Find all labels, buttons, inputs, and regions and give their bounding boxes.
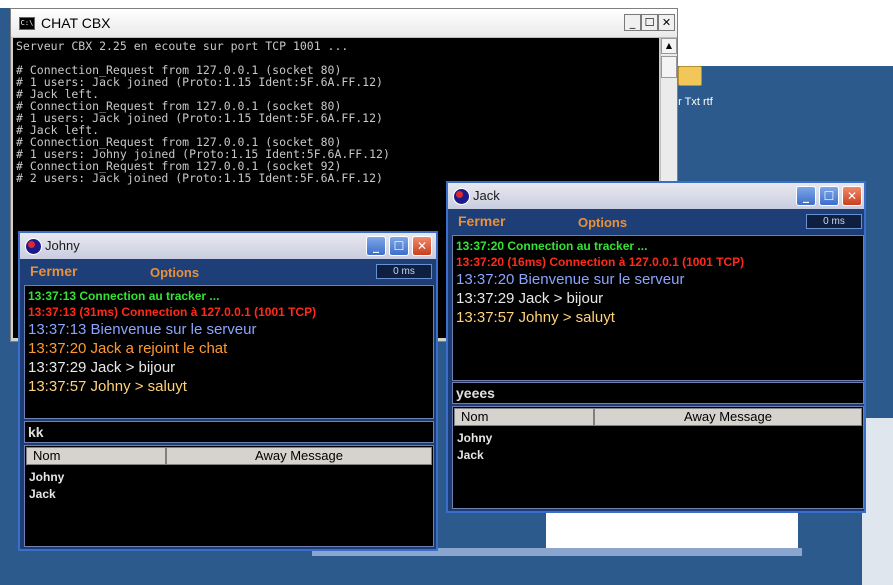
minimize-button[interactable]: _ <box>796 186 816 206</box>
log-message: 13:37:29 Jack > bijour <box>28 359 176 376</box>
johny-chat-window[interactable]: Johny _ ☐ ✕ Fermer Options 0 ms 13:37:13… <box>18 231 438 551</box>
console-line: # 2 users: Jack joined (Proto:1.15 Ident… <box>16 171 383 185</box>
menu-options[interactable]: Options <box>150 265 199 280</box>
jack-menu-bar: Fermer Options 0 ms <box>448 209 864 233</box>
desktop-icon-label: ur Txt rtf <box>672 96 713 108</box>
log-message: 13:37:29 Jack > bijour <box>456 290 604 307</box>
column-header-nom[interactable]: Nom <box>454 408 594 426</box>
johny-message-log[interactable]: 13:37:13 Connection au tracker ... 13:37… <box>24 285 434 419</box>
cmd-icon: C:\ <box>19 17 35 30</box>
jack-title: Jack <box>473 188 500 203</box>
folder-icon[interactable] <box>678 66 702 86</box>
jack-user-list[interactable]: Nom Away Message Johny Jack <box>452 406 864 509</box>
menu-fermer[interactable]: Fermer <box>458 213 505 229</box>
console-line: Serveur CBX 2.25 en ecoute sur port TCP … <box>16 39 349 53</box>
user-list-item[interactable]: Jack <box>29 487 56 501</box>
close-button[interactable]: ✕ <box>658 14 675 31</box>
console-title: CHAT CBX <box>41 15 111 31</box>
ping-display: 0 ms <box>806 214 862 229</box>
log-message: 13:37:20 (16ms) Connection à 127.0.0.1 (… <box>456 255 745 269</box>
jack-chat-window[interactable]: Jack _ ☐ ✕ Fermer Options 0 ms 13:37:20 … <box>446 181 866 513</box>
minimize-button[interactable]: _ <box>366 236 386 256</box>
app-logo-icon <box>25 238 42 255</box>
jack-message-log[interactable]: 13:37:20 Connection au tracker ... 13:37… <box>452 235 864 381</box>
scroll-thumb[interactable] <box>661 56 677 78</box>
user-list-item[interactable]: Johny <box>29 470 64 484</box>
log-message: 13:37:57 Johny > saluyt <box>28 378 187 395</box>
app-logo-icon <box>453 188 470 205</box>
user-list-item[interactable]: Jack <box>457 448 484 462</box>
log-message: 13:37:13 Connection au tracker ... <box>28 289 220 303</box>
johny-title: Johny <box>45 238 80 253</box>
user-list-item[interactable]: Johny <box>457 431 492 445</box>
maximize-button[interactable]: ☐ <box>819 186 839 206</box>
background-window <box>676 8 893 66</box>
column-header-away[interactable]: Away Message <box>166 447 432 465</box>
johny-title-bar[interactable]: Johny _ ☐ ✕ <box>20 233 436 259</box>
johny-user-list[interactable]: Nom Away Message Johny Jack <box>24 445 434 547</box>
johny-menu-bar: Fermer Options 0 ms <box>20 259 436 283</box>
log-message: 13:37:20 Jack a rejoint le chat <box>28 340 228 357</box>
menu-options[interactable]: Options <box>578 215 627 230</box>
log-message: 13:37:57 Johny > saluyt <box>456 309 615 326</box>
close-button[interactable]: ✕ <box>842 186 862 206</box>
menu-fermer[interactable]: Fermer <box>30 263 77 279</box>
log-message: 13:37:20 Bienvenue sur le serveur <box>456 271 685 288</box>
column-header-nom[interactable]: Nom <box>26 447 166 465</box>
log-message: 13:37:13 (31ms) Connection à 127.0.0.1 (… <box>28 305 317 319</box>
maximize-button[interactable]: ☐ <box>389 236 409 256</box>
johny-message-input[interactable]: kk <box>24 421 434 443</box>
log-message: 13:37:13 Bienvenue sur le serveur <box>28 321 257 338</box>
ping-display: 0 ms <box>376 264 432 279</box>
close-button[interactable]: ✕ <box>412 236 432 256</box>
maximize-button[interactable]: ☐ <box>641 14 658 31</box>
column-header-away[interactable]: Away Message <box>594 408 862 426</box>
console-title-bar[interactable]: C:\ CHAT CBX _ ☐ ✕ <box>11 9 677 38</box>
scroll-up-arrow-icon[interactable]: ▲ <box>661 38 677 54</box>
background-window-edge <box>862 418 893 585</box>
jack-title-bar[interactable]: Jack _ ☐ ✕ <box>448 183 864 209</box>
jack-message-input[interactable]: yeees <box>452 382 864 404</box>
minimize-button[interactable]: _ <box>624 14 641 31</box>
taskbar-strip <box>0 0 893 8</box>
log-message: 13:37:20 Connection au tracker ... <box>456 239 648 253</box>
